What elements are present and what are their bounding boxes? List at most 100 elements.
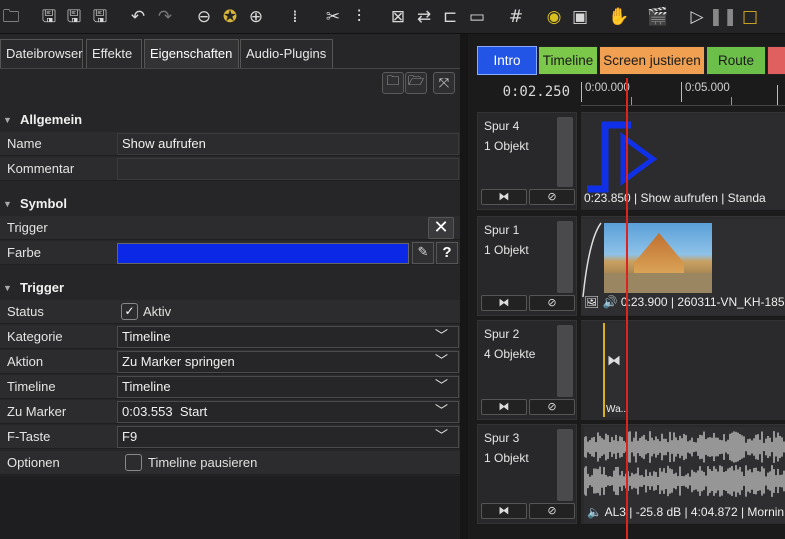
stop-icon[interactable]: □ [739, 6, 761, 28]
app-window: 🗀 🖫 🖫 🖫 ↶ ↷ ⊖ ✪ ⊕ ⁞ ✂ ⫶ ⊠ ⇄ ⊏ ▭ # ◉ ▣ ✋ … [0, 0, 785, 539]
zoom-out-icon[interactable]: ⊖ [193, 6, 215, 28]
play-icon[interactable]: ▷ [686, 6, 708, 28]
hand-icon[interactable]: ✋ [608, 6, 630, 28]
wait-clip[interactable]: ⧓ Wa... [603, 323, 629, 417]
track-header-spur4[interactable]: Spur 4 1 Objekt ⧓ ⊘ [477, 112, 577, 210]
redo-icon[interactable]: ↷ [154, 6, 176, 28]
track-lane-spur4[interactable]: 0:23.850 | Show aufrufen | Standa [581, 112, 785, 210]
save-icon[interactable]: 🖫 [38, 6, 60, 28]
clear-icon[interactable]: ✕ [428, 217, 454, 239]
track-count: 1 Objekt [484, 139, 529, 153]
ruler-icon[interactable]: ▭ [466, 6, 488, 28]
timeline-select[interactable]: Timeline ﹀ [117, 376, 459, 398]
disable-icon[interactable]: ⊘ [529, 399, 575, 415]
f-taste-value: F9 [122, 429, 138, 444]
color-swatch[interactable] [117, 243, 409, 264]
grid-icon[interactable]: # [505, 6, 527, 28]
time-ruler[interactable]: 0:00.000 0:05.000 [581, 78, 785, 106]
zu-marker-select[interactable]: 0:03.553 Start ﹀ [117, 401, 459, 423]
track-lane-spur3[interactable]: 🔈 AL3 | -25.8 dB | 4:04.872 | Mornin [581, 424, 785, 524]
bowtie-icon[interactable]: ⧓ [481, 295, 527, 311]
trigger-symbol-row: Trigger ✕ [0, 216, 460, 240]
status-checkbox[interactable]: ✓ [121, 303, 138, 320]
comment-field[interactable] [117, 158, 459, 180]
marker-tab-route[interactable]: Route [706, 46, 766, 75]
track-lane-spur2[interactable]: ⧓ Wa... [581, 320, 785, 420]
bowtie-icon[interactable]: ⧓ [481, 399, 527, 415]
name-field[interactable]: Show aufrufen [117, 133, 459, 155]
open-folder-icon[interactable]: 🗀 [0, 6, 22, 28]
section-trigger[interactable]: ▼ Trigger [0, 277, 460, 299]
pause-icon[interactable]: ❚❚ [709, 6, 738, 28]
audio-waveform [584, 431, 785, 497]
marker-tab-intro[interactable]: Intro [477, 46, 537, 75]
split-icon[interactable]: ⫶ [348, 6, 370, 28]
snap-icon[interactable]: ⊏ [439, 6, 461, 28]
pause-timeline-checkbox[interactable] [125, 454, 142, 471]
marker-tab-extra[interactable] [767, 46, 785, 75]
marker-tab-timeline[interactable]: Timeline [538, 46, 598, 75]
eye-icon[interactable]: ◉ [543, 6, 565, 28]
audio-clip[interactable]: 🔈 AL3 | -25.8 dB | 4:04.872 | Mornin [584, 427, 785, 523]
eyedropper-icon[interactable]: ✎ [412, 242, 434, 264]
section-symbol[interactable]: ▼ Symbol [0, 193, 460, 215]
align-icon[interactable]: ⁞ [284, 6, 306, 28]
save-plus-icon[interactable]: 🖫 [89, 6, 111, 28]
folder-icon[interactable]: 🗀 [382, 72, 404, 94]
clip-caption: 🖼 🔊 0:23.900 | 260311-VN_KH-185 [584, 295, 785, 309]
remove-gap-icon[interactable]: ⊠ [387, 6, 409, 28]
track-count: 4 Objekte [484, 347, 536, 361]
bowtie-icon[interactable]: ⧓ [481, 503, 527, 519]
save-as-icon[interactable]: 🖫 [63, 6, 85, 28]
playhead[interactable] [626, 78, 628, 539]
track-handle[interactable] [557, 325, 573, 397]
track-count: 1 Objekt [484, 451, 529, 465]
track-handle[interactable] [557, 429, 573, 501]
chevron-down-icon: ﹀ [434, 379, 448, 394]
tab-dateibrowser[interactable]: Dateibrowser [0, 39, 83, 68]
track-header-spur3[interactable]: Spur 3 1 Objekt ⧓ ⊘ [477, 424, 577, 524]
trigger-clip[interactable]: 0:23.850 | Show aufrufen | Standa [581, 115, 785, 209]
image-frame-icon[interactable]: ▣ [569, 6, 591, 28]
tab-audio-plugins[interactable]: Audio-Plugins [240, 39, 333, 68]
f-taste-select[interactable]: F9 ﹀ [117, 426, 459, 448]
disable-icon[interactable]: ⊘ [529, 295, 575, 311]
aktion-select[interactable]: Zu Marker springen ﹀ [117, 351, 459, 373]
tab-eigenschaften[interactable]: Eigenschaften [144, 39, 239, 68]
pane-splitter[interactable] [460, 34, 468, 539]
clip-caption: 0:23.850 | Show aufrufen | Standa [584, 191, 766, 205]
clapper-icon[interactable]: 🎬 [647, 6, 669, 28]
image-clip[interactable]: 🖼 🔊 0:23.900 | 260311-VN_KH-185 [581, 219, 785, 315]
track-name: Spur 2 [484, 327, 520, 341]
marker-tab-screen-justieren[interactable]: Screen justieren [599, 46, 705, 75]
section-allgemein[interactable]: ▼ Allgemein [0, 109, 460, 131]
empty-area [0, 476, 460, 539]
kategorie-row: Kategorie Timeline ﹀ [0, 325, 460, 349]
track-header-spur2[interactable]: Spur 2 4 Objekte ⧓ ⊘ [477, 320, 577, 420]
kategorie-select[interactable]: Timeline ﹀ [117, 326, 459, 348]
ruler-minor-tick [731, 97, 732, 105]
zoom-in-icon[interactable]: ⊕ [245, 6, 267, 28]
ruler-minor-tick [777, 85, 778, 105]
swap-icon[interactable]: ⇄ [413, 6, 435, 28]
track-handle[interactable] [557, 117, 573, 187]
name-label: Name [7, 136, 42, 151]
ground-shape [604, 273, 712, 293]
status-value: Aktiv [143, 304, 172, 319]
undo-icon[interactable]: ↶ [127, 6, 149, 28]
time-display: 0:02.250 [476, 78, 574, 106]
track-handle[interactable] [557, 221, 573, 293]
open-folder-icon[interactable]: 🗁 [405, 72, 427, 94]
star-icon[interactable]: ✪ [219, 6, 241, 28]
temple-thumbnail [604, 223, 712, 293]
bowtie-icon[interactable]: ⧓ [481, 189, 527, 205]
track-lane-spur1[interactable]: 🖼 🔊 0:23.900 | 260311-VN_KH-185 [581, 216, 785, 316]
track-header-spur1[interactable]: Spur 1 1 Objekt ⧓ ⊘ [477, 216, 577, 316]
disable-icon[interactable]: ⊘ [529, 189, 575, 205]
cut-icon[interactable]: ✂ [322, 6, 344, 28]
collapse-icon[interactable]: ⤧ [433, 72, 455, 94]
tab-effekte[interactable]: Effekte [86, 39, 142, 68]
help-icon[interactable]: ? [436, 242, 458, 264]
disable-icon[interactable]: ⊘ [529, 503, 575, 519]
comment-row: Kommentar [0, 157, 460, 181]
